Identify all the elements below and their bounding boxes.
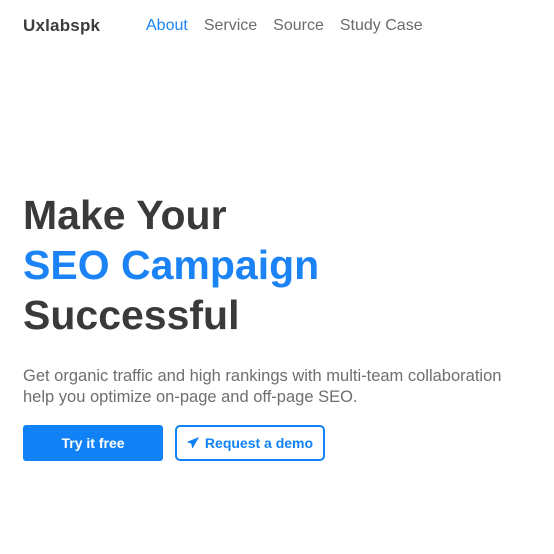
hero-subtitle: Get organic traffic and high rankings wi…: [23, 366, 554, 408]
hero-title: Make Your SEO Campaign Successful: [23, 190, 319, 340]
hero-title-line-1: Make Your: [23, 192, 227, 238]
landing-page: Uxlabspk About Service Source Study Case…: [0, 0, 554, 554]
nav-item-source[interactable]: Source: [273, 14, 324, 38]
hero-actions: Try it free Request a demo: [23, 425, 325, 461]
hero-subtitle-line-2: help you optimize on-page and off-page S…: [23, 388, 358, 406]
top-nav: About Service Source Study Case: [146, 14, 439, 38]
hero-subtitle-line-1: Get organic traffic and high rankings wi…: [23, 367, 502, 385]
nav-item-study-case[interactable]: Study Case: [340, 14, 423, 38]
nav-item-about[interactable]: About: [146, 14, 188, 38]
paper-plane-icon: [187, 437, 199, 449]
request-demo-button[interactable]: Request a demo: [175, 425, 325, 461]
hero-title-line-3: Successful: [23, 292, 240, 338]
try-free-button[interactable]: Try it free: [23, 425, 163, 461]
hero-title-line-2: SEO Campaign: [23, 242, 320, 288]
request-demo-label: Request a demo: [204, 435, 314, 451]
nav-item-service[interactable]: Service: [204, 14, 257, 38]
brand-logo[interactable]: Uxlabspk: [23, 14, 100, 38]
